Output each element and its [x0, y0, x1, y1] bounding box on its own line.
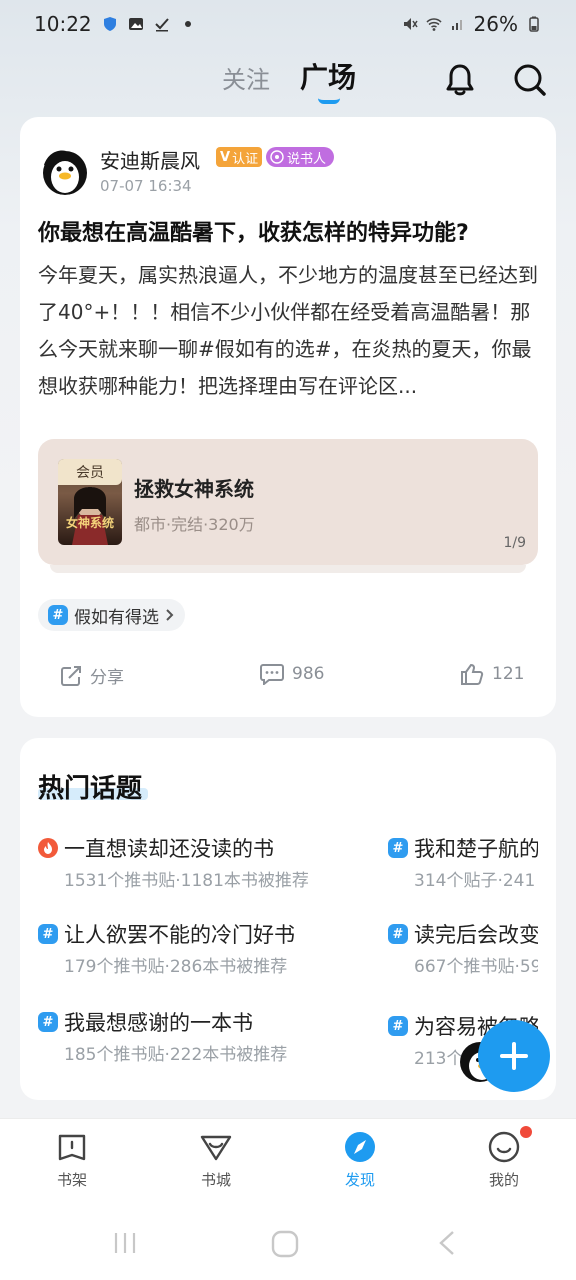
back-icon[interactable] [436, 1230, 458, 1256]
share-label: 分享 [90, 668, 124, 688]
post-actions: 分享 986 121 [20, 657, 556, 697]
tab-active-indicator [318, 98, 340, 104]
nav-profile-label: 我的 [488, 1171, 519, 1189]
author-name[interactable]: 安迪斯晨风 [100, 145, 200, 174]
book-stack-shadow [50, 565, 526, 573]
comment-count: 986 [292, 664, 325, 684]
hash-icon: # [38, 1012, 58, 1032]
system-nav-bar [0, 1208, 576, 1280]
compass-icon [345, 1132, 375, 1162]
notification-dot [520, 1126, 532, 1138]
topic-item[interactable]: 一直想读却还没读的书 1531个推书贴·1181本书被推荐 [38, 836, 378, 896]
nav-discover-label: 发现 [344, 1171, 375, 1189]
share-button[interactable]: 分享 [60, 663, 124, 688]
bookshelf-icon [58, 1134, 86, 1161]
topic-stats: 179个推书贴·286本书被推荐 [64, 957, 288, 977]
create-post-button[interactable] [478, 1020, 550, 1092]
hash-icon: # [388, 924, 408, 944]
thumbs-up-icon [461, 663, 484, 685]
nav-bookshelf-label: 书架 [56, 1171, 87, 1189]
nav-bookstore-label: 书城 [200, 1171, 231, 1189]
penguin-avatar-icon [43, 150, 87, 195]
bookstore-icon [200, 1135, 232, 1161]
hot-topics-title: 热门话题 [38, 774, 143, 804]
dot-icon [184, 21, 191, 27]
nav-profile[interactable]: 我的 [464, 1131, 544, 1190]
home-icon[interactable] [271, 1230, 299, 1258]
hash-icon: # [388, 838, 408, 858]
comment-icon [260, 664, 284, 685]
topic-item[interactable]: # 我最想感谢的一本书 185个推书贴·222本书被推荐 [38, 1010, 378, 1070]
battery-percent: 26% [473, 12, 518, 36]
topic-stats: 314个贴子·241 [414, 871, 536, 891]
topic-name: 让人欲罢不能的冷门好书 [64, 923, 295, 947]
check-icon [154, 18, 169, 32]
storyteller-badge: 说书人 [266, 147, 335, 167]
search-icon [514, 64, 546, 96]
broadcast-icon [270, 150, 284, 164]
share-icon [61, 665, 81, 686]
bell-icon [446, 64, 474, 96]
tab-follow[interactable]: 关注 [222, 60, 270, 95]
cover-title: 女神系统 [65, 516, 114, 530]
topic-item[interactable]: # 让人欲罢不能的冷门好书 179个推书贴·286本书被推荐 [38, 922, 378, 982]
topic-name: 我最想感谢的一本书 [64, 1011, 253, 1035]
image-icon [128, 18, 143, 30]
topic-name: 一直想读却还没读的书 [64, 837, 274, 861]
nav-bookstore[interactable]: 书城 [176, 1131, 256, 1190]
v-icon: V [220, 149, 231, 165]
profile-icon [488, 1131, 520, 1163]
status-bar: 10:22 26% [0, 0, 576, 48]
topic-name: 读完后会改变 [414, 923, 538, 947]
status-time: 10:22 [34, 12, 92, 36]
notification-button[interactable] [440, 60, 480, 100]
hash-icon: # [38, 924, 58, 944]
chevron-right-icon [166, 609, 174, 621]
book-meta: 都市·完结·320万 [134, 515, 255, 534]
search-button[interactable] [510, 60, 550, 100]
topic-tag-label: 假如有得选 [74, 607, 159, 628]
verified-badge: V 认证 [216, 147, 263, 167]
comment-button[interactable]: 986 [260, 663, 324, 685]
book-recommendation-card[interactable]: 会员 女神系统 拯救女神系统 都市·完结·320万 1/9 [38, 439, 538, 565]
topic-stats: 1531个推书贴·1181本书被推荐 [64, 871, 309, 891]
tab-square[interactable]: 广场 [300, 56, 356, 96]
topic-item[interactable]: # 读完后会改变 667个推书贴·59 [388, 922, 538, 982]
book-cover: 会员 女神系统 [58, 459, 122, 545]
book-page-indicator: 1/9 [503, 535, 526, 551]
verified-badge-label: 认证 [232, 151, 259, 167]
signal-icon [451, 20, 462, 30]
member-label: 会员 [58, 459, 122, 485]
wifi-icon [425, 18, 442, 31]
hash-icon: # [48, 605, 68, 625]
nav-bookshelf[interactable]: 书架 [32, 1131, 112, 1190]
mute-icon [403, 18, 418, 30]
post-body[interactable]: 今年夏天，属实热浪逼人，不少地方的温度甚至已经达到了40°+！！！相信不少小伙伴… [38, 257, 542, 405]
topic-tag[interactable]: # 假如有得选 [38, 599, 185, 631]
flame-icon [38, 838, 58, 858]
hash-icon: # [388, 1016, 408, 1036]
post-card[interactable]: 安迪斯晨风 V 认证 说书人 07-07 16:34 你最想在高温酷暑下，收获怎… [20, 117, 556, 717]
recent-apps-icon[interactable] [112, 1230, 138, 1256]
post-time: 07-07 16:34 [100, 177, 192, 195]
topic-stats: 667个推书贴·59 [414, 957, 538, 977]
bottom-nav: 书架 书城 发现 我的 [0, 1118, 576, 1208]
topic-stats: 185个推书贴·222本书被推荐 [64, 1045, 288, 1065]
shield-icon [103, 17, 116, 31]
like-count: 121 [492, 664, 525, 684]
nav-discover[interactable]: 发现 [320, 1131, 400, 1190]
author-avatar[interactable] [40, 145, 90, 195]
post-title[interactable]: 你最想在高温酷暑下，收获怎样的特异功能? [38, 215, 538, 247]
book-title[interactable]: 拯救女神系统 [134, 473, 254, 502]
topic-item[interactable]: # 我和楚子航的 314个贴子·241 [388, 836, 538, 896]
top-header: 关注 广场 [0, 52, 576, 108]
like-button[interactable]: 121 [460, 663, 524, 685]
battery-icon [529, 16, 539, 32]
plus-icon [500, 1042, 528, 1070]
topic-name: 我和楚子航的 [414, 837, 538, 861]
storyteller-badge-label: 说书人 [287, 151, 327, 167]
